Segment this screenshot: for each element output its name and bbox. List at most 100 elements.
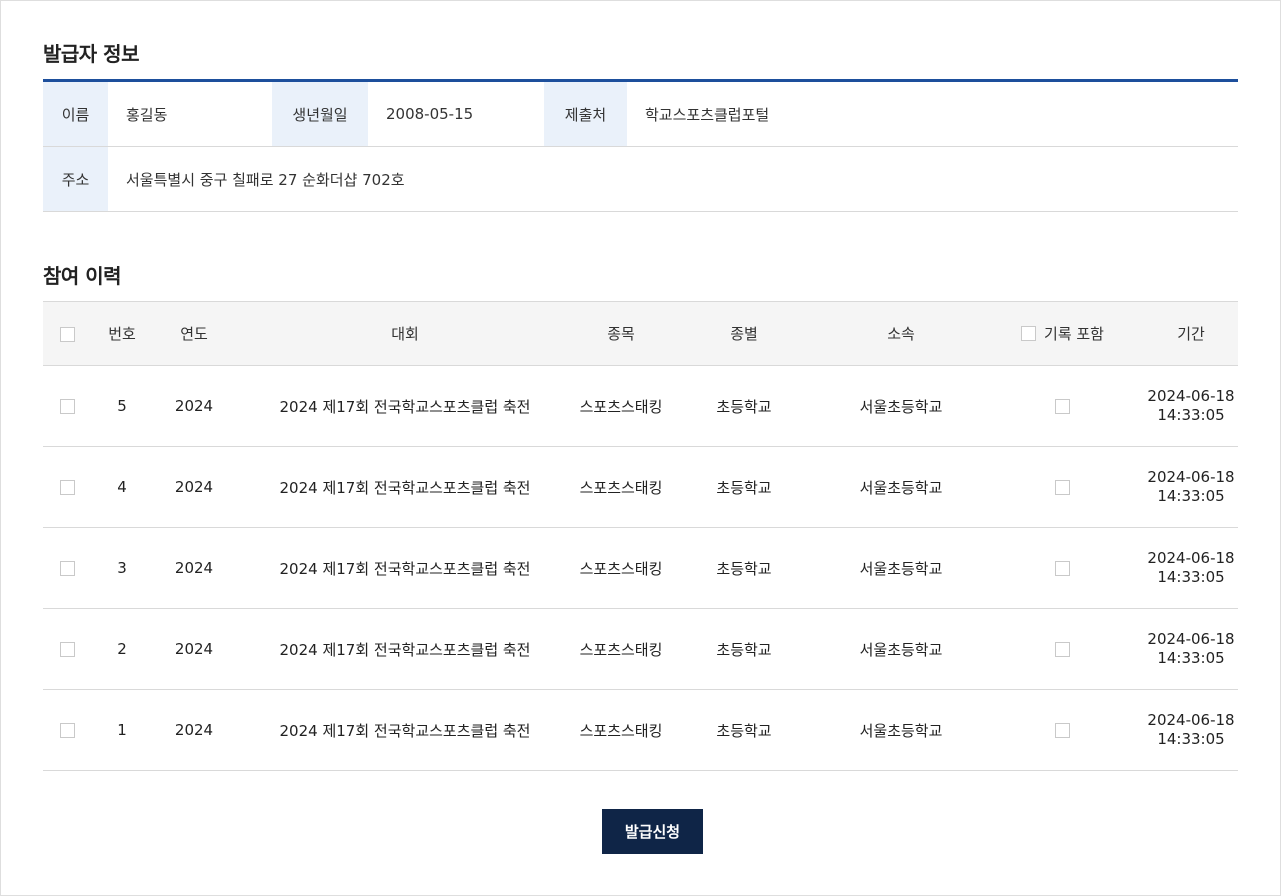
row-year: 2024 [174, 640, 214, 658]
row-period-date: 2024-06-18 [1147, 549, 1235, 567]
row-contest: 2024 제17회 전국학교스포츠클럽 축전 [279, 721, 531, 740]
header-contest: 대회 [235, 301, 575, 366]
row-select-cell [43, 690, 91, 771]
row-event: 스포츠스태킹 [579, 640, 663, 659]
include-record-checkbox[interactable] [1055, 561, 1070, 576]
table-row: 3 2024 2024 제17회 전국학교스포츠클럽 축전 스포츠스태킹 초등학… [43, 528, 1238, 609]
address-label: 주소 [43, 147, 108, 211]
issuer-info-table: 이름 홍길동 생년월일 2008-05-15 제출처 학교스포츠클럽포털 주소 … [43, 79, 1238, 212]
history-section-title: 참여 이력 [43, 264, 122, 288]
row-checkbox[interactable] [59, 561, 75, 576]
row-category: 초등학교 [716, 640, 772, 659]
table-row: 1 2024 2024 제17회 전국학교스포츠클럽 축전 스포츠스태킹 초등학… [43, 690, 1238, 771]
row-category: 초등학교 [716, 559, 772, 578]
issuer-info-row: 주소 서울특별시 중구 칠패로 27 순화더샵 702호 [43, 147, 1238, 212]
row-checkbox[interactable] [59, 480, 75, 495]
row-select-cell [43, 528, 91, 609]
row-category: 초등학교 [716, 721, 772, 740]
header-period: 기간 [1144, 301, 1238, 366]
row-contest: 2024 제17회 전국학교스포츠클럽 축전 [279, 397, 531, 416]
row-select-cell [43, 609, 91, 690]
row-event: 스포츠스태킹 [579, 397, 663, 416]
row-period: 2024-06-18 14:33:05 [1144, 366, 1238, 447]
table-row: 5 2024 2024 제17회 전국학교스포츠클럽 축전 스포츠스태킹 초등학… [43, 366, 1238, 447]
row-select-cell [43, 366, 91, 447]
include-record-toggle[interactable]: 기록 포함 [1021, 323, 1104, 344]
row-year: 2024 [174, 397, 214, 415]
row-period: 2024-06-18 14:33:05 [1144, 528, 1238, 609]
row-affiliation: 서울초등학교 [859, 397, 943, 416]
row-period: 2024-06-18 14:33:05 [1144, 690, 1238, 771]
row-affiliation: 서울초등학교 [859, 478, 943, 497]
include-record-all-checkbox[interactable] [1021, 325, 1037, 341]
row-category: 초등학교 [716, 397, 772, 416]
history-header-row: 번호 연도 대회 종목 종별 소속 기록 포함 기간 [43, 301, 1238, 366]
select-all-checkbox[interactable] [59, 326, 75, 342]
row-include-record-cell [981, 366, 1144, 447]
select-all-cell [43, 301, 91, 366]
row-year: 2024 [174, 721, 214, 739]
history-table-body: 5 2024 2024 제17회 전국학교스포츠클럽 축전 스포츠스태킹 초등학… [43, 366, 1238, 771]
row-checkbox[interactable] [59, 723, 75, 738]
issuer-info-row: 이름 홍길동 생년월일 2008-05-15 제출처 학교스포츠클럽포털 [43, 82, 1238, 147]
name-value: 홍길동 [126, 105, 168, 124]
row-event: 스포츠스태킹 [579, 559, 663, 578]
include-record-checkbox[interactable] [1055, 642, 1070, 657]
address-value: 서울특별시 중구 칠패로 27 순화더샵 702호 [126, 170, 405, 189]
row-contest: 2024 제17회 전국학교스포츠클럽 축전 [279, 559, 531, 578]
header-year: 연도 [153, 301, 235, 366]
header-number: 번호 [91, 301, 153, 366]
include-record-checkbox[interactable] [1055, 723, 1070, 738]
history-table: 번호 연도 대회 종목 종별 소속 기록 포함 기간 5 2024 2024 제… [43, 301, 1238, 771]
row-number: 4 [117, 478, 127, 496]
include-record-checkbox[interactable] [1055, 399, 1070, 414]
row-include-record-cell [981, 690, 1144, 771]
row-category: 초등학교 [716, 478, 772, 497]
submit-label: 제출처 [544, 82, 627, 146]
row-period-date: 2024-06-18 [1147, 468, 1235, 486]
birth-value: 2008-05-15 [386, 105, 474, 123]
issuer-section-title: 발급자 정보 [43, 42, 139, 66]
table-row: 4 2024 2024 제17회 전국학교스포츠클럽 축전 스포츠스태킹 초등학… [43, 447, 1238, 528]
row-period-time: 14:33:05 [1157, 568, 1225, 586]
row-number: 2 [117, 640, 127, 658]
row-period-time: 14:33:05 [1157, 406, 1225, 424]
row-affiliation: 서울초등학교 [859, 721, 943, 740]
row-period: 2024-06-18 14:33:05 [1144, 609, 1238, 690]
row-affiliation: 서울초등학교 [859, 559, 943, 578]
row-period-time: 14:33:05 [1157, 649, 1225, 667]
apply-button[interactable]: 발급신청 [602, 809, 703, 854]
row-period-time: 14:33:05 [1157, 730, 1225, 748]
row-contest: 2024 제17회 전국학교스포츠클럽 축전 [279, 640, 531, 659]
table-row: 2 2024 2024 제17회 전국학교스포츠클럽 축전 스포츠스태킹 초등학… [43, 609, 1238, 690]
row-contest: 2024 제17회 전국학교스포츠클럽 축전 [279, 478, 531, 497]
row-event: 스포츠스태킹 [579, 478, 663, 497]
row-period-date: 2024-06-18 [1147, 711, 1235, 729]
birth-label: 생년월일 [272, 82, 368, 146]
row-number: 1 [117, 721, 127, 739]
row-year: 2024 [174, 559, 214, 577]
row-period-date: 2024-06-18 [1147, 630, 1235, 648]
row-select-cell [43, 447, 91, 528]
include-record-label: 기록 포함 [1044, 324, 1104, 343]
header-include-record: 기록 포함 [981, 301, 1144, 366]
submit-value: 학교스포츠클럽포털 [645, 105, 770, 124]
name-label: 이름 [43, 82, 108, 146]
row-include-record-cell [981, 528, 1144, 609]
row-period-time: 14:33:05 [1157, 487, 1225, 505]
row-year: 2024 [174, 478, 214, 496]
row-include-record-cell [981, 609, 1144, 690]
row-event: 스포츠스태킹 [579, 721, 663, 740]
header-category: 종별 [667, 301, 821, 366]
row-number: 5 [117, 397, 127, 415]
row-checkbox[interactable] [59, 399, 75, 414]
row-period: 2024-06-18 14:33:05 [1144, 447, 1238, 528]
row-include-record-cell [981, 447, 1144, 528]
header-affiliation: 소속 [821, 301, 981, 366]
row-affiliation: 서울초등학교 [859, 640, 943, 659]
include-record-checkbox[interactable] [1055, 480, 1070, 495]
row-number: 3 [117, 559, 127, 577]
row-checkbox[interactable] [59, 642, 75, 657]
row-period-date: 2024-06-18 [1147, 387, 1235, 405]
header-event: 종목 [575, 301, 667, 366]
